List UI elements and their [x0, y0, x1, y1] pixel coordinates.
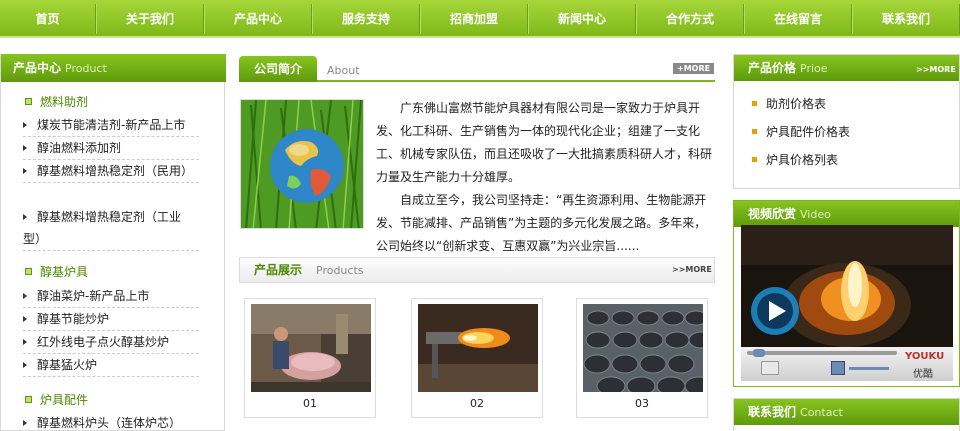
product-image-01: [251, 304, 371, 392]
square-bullet-icon: [25, 98, 32, 105]
intro-paragraph-2: 自成立至今，我公司坚持走：“再生资源利用、生物能源开发、节能减排、产品销售”为主…: [376, 193, 707, 253]
product-link[interactable]: 醇基燃料增热稳定剂（工业型）: [23, 206, 199, 251]
top-nav: 首页 关于我们 产品中心 服务支持 招商加盟 新闻中心 合作方式 在线留言 联系我们: [0, 0, 960, 38]
product-link[interactable]: 醇基猛火炉: [23, 354, 199, 377]
contact-title: 联系我们: [748, 405, 797, 419]
price-panel: 产品价格 Prioe >>MORE 助剂价格表 炉具配件价格表 炉具价格列表: [733, 54, 960, 189]
video-title: 视频欣赏: [748, 207, 797, 221]
volume-icon[interactable]: [831, 361, 845, 375]
product-card-01[interactable]: 01: [244, 298, 376, 418]
nav-item[interactable]: 合作方式: [636, 4, 744, 34]
pause-button[interactable]: [761, 361, 779, 375]
price-title-en: Prioe: [800, 62, 828, 75]
products-more-button[interactable]: >>MORE: [672, 265, 712, 274]
price-more-button[interactable]: >>MORE: [916, 65, 956, 74]
video-title-en: Video: [800, 208, 831, 221]
products-header: 产品展示 Products >>MORE: [239, 257, 715, 283]
nav-item[interactable]: 新闻中心: [528, 4, 636, 34]
video-progress[interactable]: [747, 351, 897, 355]
square-bullet-icon: [25, 268, 32, 275]
products-title-en: Products: [316, 264, 364, 277]
product-card-03[interactable]: 03: [576, 298, 708, 418]
about-tab-bar: 公司简介 About +MORE: [239, 56, 715, 82]
youku-logo: YOUKU: [905, 351, 945, 362]
video-controls: YOUKU 优酷: [741, 347, 953, 381]
product-center-panel: 产品中心 Product 燃料助剂 煤炭节能清洁剂-新产品上市 醇油燃料添加剂 醇…: [0, 54, 226, 431]
product-link[interactable]: 醇基节能炒炉: [23, 308, 199, 331]
product-card-02[interactable]: 02: [411, 298, 543, 418]
company-intro: 广东佛山富燃节能炉具器材有限公司是一家致力于炉具开发、化工科研、生产销售为一体的…: [376, 97, 714, 258]
arrow-right-icon: [23, 145, 27, 151]
nav-item[interactable]: 招商加盟: [420, 4, 528, 34]
contact-panel: 联系我们 Contact: [733, 398, 960, 431]
product-center-title: 产品中心: [13, 61, 62, 75]
video-header: 视频欣赏 Video: [734, 201, 959, 227]
arrow-right-icon: [23, 420, 27, 426]
product-link[interactable]: 醇油燃料添加剂: [23, 137, 199, 160]
bullet-icon: [752, 157, 757, 162]
nav-item[interactable]: 服务支持: [312, 4, 420, 34]
arrow-right-icon: [23, 316, 27, 322]
about-more-button[interactable]: +MORE: [673, 63, 715, 74]
youku-logo-cn: 优酷: [913, 369, 933, 380]
price-title: 产品价格: [748, 61, 797, 75]
intro-paragraph-1: 广东佛山富燃节能炉具器材有限公司是一家致力于炉具开发、化工科研、生产销售为一体的…: [376, 101, 713, 184]
category-fuel-additive[interactable]: 燃料助剂: [25, 92, 88, 112]
product-link[interactable]: 醇基燃料炉头（连体炉芯）: [23, 412, 199, 431]
product-caption-01: 01: [303, 397, 317, 410]
arrow-right-icon: [23, 362, 27, 368]
price-link[interactable]: 炉具价格列表: [752, 151, 838, 169]
bullet-icon: [752, 101, 757, 106]
price-link[interactable]: 炉具配件价格表: [752, 123, 850, 141]
nav-item[interactable]: 产品中心: [204, 4, 312, 34]
arrow-right-icon: [23, 214, 27, 220]
product-link[interactable]: 醇油菜炉-新产品上市: [23, 285, 199, 308]
arrow-right-icon: [23, 293, 27, 299]
products-title: 产品展示: [254, 263, 303, 277]
square-bullet-icon: [25, 396, 32, 403]
nav-item[interactable]: 在线留言: [744, 4, 852, 34]
arrow-right-icon: [23, 122, 27, 128]
nav-item[interactable]: 联系我们: [852, 4, 960, 34]
price-link[interactable]: 助剂价格表: [752, 95, 826, 113]
category-alcohol-stove[interactable]: 醇基炉具: [25, 262, 88, 282]
progress-handle[interactable]: [753, 349, 765, 357]
product-center-title-en: Product: [65, 62, 107, 75]
product-link[interactable]: 煤炭节能清洁剂-新产品上市: [23, 114, 199, 137]
tab-about-en: About: [327, 64, 360, 77]
product-link[interactable]: 醇基燃料增热稳定剂（民用）: [23, 160, 199, 183]
nav-bar: 首页 关于我们 产品中心 服务支持 招商加盟 新闻中心 合作方式 在线留言 联系我们: [0, 4, 960, 34]
company-globe-image: [240, 99, 364, 229]
product-center-header: 产品中心 Product: [1, 54, 226, 82]
arrow-right-icon: [23, 168, 27, 174]
arrow-right-icon: [23, 339, 27, 345]
volume-slider[interactable]: [849, 367, 889, 370]
product-caption-03: 03: [635, 397, 649, 410]
category-stove-parts[interactable]: 炉具配件: [25, 390, 88, 410]
contact-title-en: Contact: [800, 406, 843, 419]
nav-item[interactable]: 关于我们: [96, 4, 204, 34]
product-image-03: [583, 304, 703, 392]
product-caption-02: 02: [470, 397, 484, 410]
product-image-02: [418, 304, 538, 392]
bullet-icon: [752, 129, 757, 134]
tab-about[interactable]: 公司简介: [239, 56, 317, 82]
nav-item[interactable]: 首页: [0, 4, 96, 34]
product-link[interactable]: 红外线电子点火醇基炒炉: [23, 331, 199, 354]
contact-header: 联系我们 Contact: [734, 399, 959, 425]
